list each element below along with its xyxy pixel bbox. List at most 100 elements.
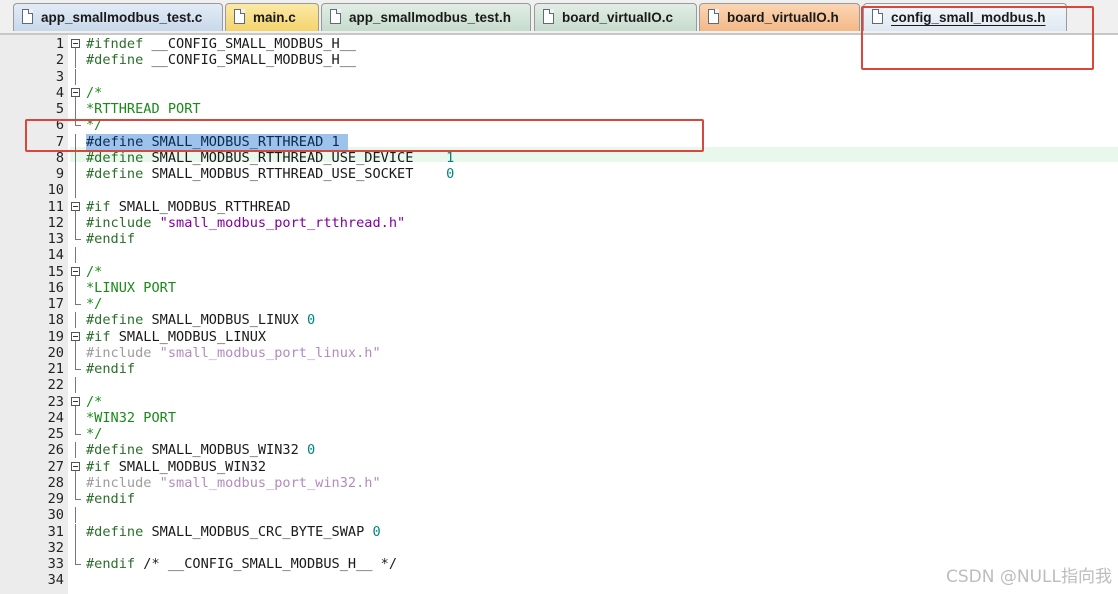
identifier: SMALL_MODBUS_LINUX [143,312,307,329]
directive: #define [86,442,144,459]
code-line[interactable]: 8 #define SMALL_MODBUS_RTTHREAD_USE_DEVIC… [0,149,1118,166]
code-line[interactable]: 12 #include "small_modbus_port_rtthread.h… [0,214,1118,231]
code-line[interactable]: 13 #endif [0,231,1118,247]
fold-guide [70,101,82,117]
line-number: 29 [47,491,64,507]
fold-guide [70,247,82,264]
comment: /* [86,84,103,101]
code-line[interactable]: 18 #define SMALL_MODBUS_LINUX 0 [0,312,1118,329]
code-text: #endif [86,231,135,247]
file-icon [330,9,341,24]
directive: #ifndef [86,36,144,52]
code-line[interactable]: 24 *WIN32 PORT [0,409,1118,426]
code-line[interactable]: 19 #if SMALL_MODBUS_LINUX [0,329,1118,345]
directive: #endif [86,556,136,572]
comment: *LINUX PORT [86,279,177,296]
fold-guide [70,556,82,572]
code-text: *WIN32 PORT [86,410,176,426]
code-line[interactable]: 3 [0,68,1118,85]
fold-collapse-icon[interactable] [70,329,82,345]
line-number: 25 [47,426,64,442]
identifier: SMALL_MODBUS_RTTHREAD [110,198,291,215]
fold-guide [70,442,82,459]
fold-guide [70,426,82,442]
code-line[interactable]: 15 /* [0,264,1118,280]
fold-guide [70,52,82,69]
code-line[interactable]: 32 [0,539,1118,556]
code-text: #include "small_modbus_port_rtthread.h" [86,215,405,231]
tab-main-c[interactable]: main.c [225,3,319,31]
fold-guide [70,361,82,377]
code-line[interactable]: 30 [0,507,1118,524]
number-literal: 0 [446,166,455,182]
file-icon [708,9,719,24]
fold-guide [70,572,82,588]
line-number: 16 [47,279,64,296]
code-line[interactable]: 21 #endif [0,361,1118,377]
number-literal: 0 [372,523,381,540]
code-line[interactable]: 17 */ [0,296,1118,312]
fold-guide [70,491,82,507]
line-number: 1 [55,36,64,52]
tab-board-virtualio-h[interactable]: board_virtualIO.h [699,3,860,31]
code-line[interactable]: 26 #define SMALL_MODBUS_WIN32 0 [0,442,1118,459]
fold-collapse-icon[interactable] [70,36,82,52]
code-line[interactable]: 20 #include "small_modbus_port_linux.h" [0,344,1118,361]
code-text: #endif [86,361,135,377]
line-number: 22 [47,377,64,394]
comment: /* [86,263,103,280]
tab-app-smallmodbus-test-h[interactable]: app_smallmodbus_test.h [321,3,531,31]
code-line[interactable]: 9 #define SMALL_MODBUS_RTTHREAD_USE_SOCKE… [0,166,1118,182]
code-line[interactable]: 10 [0,182,1118,199]
code-line[interactable]: 4 /* [0,85,1118,101]
inactive-string: "small_modbus_port_linux.h" [151,344,381,361]
fold-collapse-icon[interactable] [70,85,82,101]
code-line[interactable]: 27 #if SMALL_MODBUS_WIN32 [0,459,1118,475]
comment: *WIN32 PORT [86,409,177,426]
number-literal: 1 [446,149,455,166]
tab-label: app_smallmodbus_test.h [349,10,512,25]
code-line[interactable]: 14 [0,247,1118,264]
line-number: 14 [47,247,64,264]
line-number: 34 [47,572,64,589]
code-line[interactable]: 11 #if SMALL_MODBUS_RTTHREAD [0,199,1118,215]
code-line[interactable]: 31 #define SMALL_MODBUS_CRC_BYTE_SWAP 0 [0,523,1118,540]
line-number: 11 [47,198,64,215]
line-number: 26 [47,442,64,459]
code-text: #define SMALL_MODBUS_CRC_BYTE_SWAP 0 [86,524,381,540]
tab-board-virtualio-c[interactable]: board_virtualIO.c [534,3,697,31]
tab-label: main.c [253,10,296,25]
code-line[interactable]: 28 #include "small_modbus_port_win32.h" [0,474,1118,491]
fold-guide [70,474,82,491]
code-line[interactable]: 25 */ [0,426,1118,442]
fold-collapse-icon[interactable] [70,264,82,280]
code-text: #endif [86,491,135,507]
tab-app-smallmodbus-test-c[interactable]: app_smallmodbus_test.c [13,3,223,31]
code-text: #define SMALL_MODBUS_RTTHREAD_USE_SOCKET… [86,166,454,182]
code-text: *LINUX PORT [86,280,176,296]
code-line[interactable]: 5 *RTTHREAD PORT [0,101,1118,117]
code-text: #include "small_modbus_port_linux.h" [86,345,381,361]
fold-collapse-icon[interactable] [70,199,82,215]
fold-guide [70,312,82,329]
directive: #define [86,149,144,166]
code-text: *RTTHREAD PORT [86,101,201,117]
file-icon [234,9,245,24]
comment: *RTTHREAD PORT [86,101,201,117]
line-number: 33 [47,556,64,572]
line-number: 2 [55,52,64,69]
fold-collapse-icon[interactable] [70,394,82,410]
code-line[interactable]: 29 #endif [0,491,1118,507]
code-text: */ [86,426,102,442]
string-literal: "small_modbus_port_rtthread.h" [151,214,406,231]
code-line[interactable]: 16 *LINUX PORT [0,279,1118,296]
code-line[interactable]: 23 /* [0,394,1118,410]
code-line[interactable]: 22 [0,377,1118,394]
directive: #define [86,523,144,540]
inactive-directive: #include [86,474,152,491]
fold-guide [70,507,82,524]
code-text: /* [86,264,102,280]
fold-collapse-icon[interactable] [70,459,82,475]
identifier: SMALL_MODBUS_CRC_BYTE_SWAP [143,523,373,540]
fold-guide [70,279,82,296]
